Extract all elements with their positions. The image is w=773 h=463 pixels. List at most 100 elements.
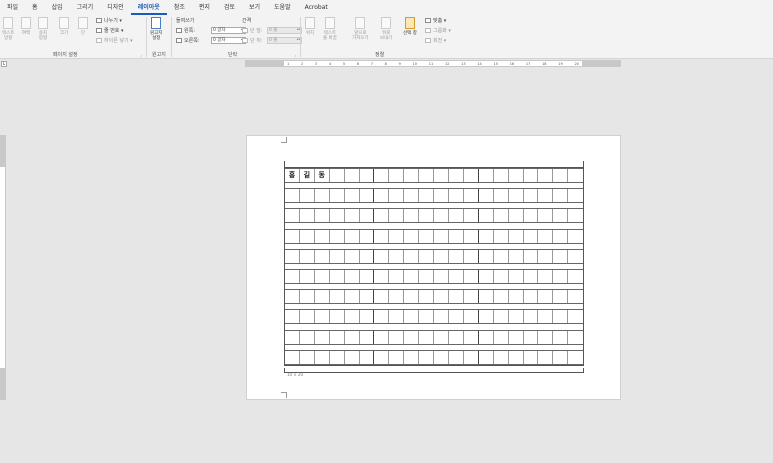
grid-cell[interactable] <box>315 229 330 243</box>
grid-cell[interactable] <box>419 249 435 263</box>
grid-cell[interactable] <box>449 350 464 364</box>
grid-cell[interactable] <box>330 169 345 182</box>
grid-cell[interactable] <box>300 269 315 283</box>
grid-cell[interactable] <box>509 229 524 243</box>
grid-cell[interactable] <box>464 169 479 182</box>
grid-cell[interactable] <box>419 229 435 243</box>
grid-cell[interactable] <box>345 290 360 304</box>
grid-cell[interactable] <box>374 209 390 223</box>
tab-8[interactable]: 검토 <box>217 0 242 15</box>
tab-4[interactable]: 디자인 <box>100 0 131 15</box>
grid-cell[interactable] <box>538 249 554 263</box>
grid-cell[interactable] <box>404 169 420 182</box>
grid-cell[interactable] <box>389 350 405 364</box>
grid-cell[interactable] <box>464 249 479 263</box>
grid-cell[interactable] <box>434 229 449 243</box>
tab-2[interactable]: 삽입 <box>45 0 70 15</box>
grid-cell[interactable] <box>479 290 494 304</box>
grid-cell[interactable] <box>389 229 405 243</box>
grid-cell[interactable] <box>419 350 435 364</box>
grid-cell[interactable] <box>404 189 420 203</box>
grid-cell[interactable] <box>494 269 509 283</box>
grid-cell[interactable] <box>524 169 539 182</box>
grid-cell[interactable]: 길 <box>300 169 315 182</box>
grid-cell[interactable] <box>568 270 583 283</box>
grid-cell[interactable] <box>434 350 449 364</box>
grid-cell[interactable] <box>509 290 524 304</box>
grid-cell[interactable] <box>479 189 494 203</box>
grid-cell[interactable] <box>419 189 435 203</box>
grid-cell[interactable] <box>285 249 300 263</box>
breaks-button[interactable]: 나누기 ▾ <box>96 17 122 24</box>
grid-cell[interactable] <box>568 310 583 323</box>
manuscript-settings-button[interactable]: 원고지 설정 <box>150 17 162 41</box>
grid-cell[interactable] <box>285 290 300 304</box>
grid-cell[interactable] <box>479 350 494 364</box>
grid-cell[interactable] <box>568 209 583 222</box>
grid-cell[interactable] <box>360 269 375 283</box>
grid-cell[interactable] <box>285 209 300 223</box>
grid-cell[interactable] <box>494 189 509 203</box>
align-button[interactable]: 맞춤 ▾ <box>425 17 446 24</box>
grid-cell[interactable] <box>479 269 494 283</box>
grid-cell[interactable] <box>553 269 569 283</box>
grid-cell[interactable] <box>315 189 330 203</box>
grid-cell[interactable] <box>300 249 315 263</box>
tab-9[interactable]: 보기 <box>242 0 267 15</box>
position-button[interactable]: 위치 <box>305 17 315 36</box>
wrap-text-button[interactable]: 텍스트 줄 바꿈 <box>323 17 337 41</box>
grid-cell[interactable] <box>538 350 554 364</box>
grid-cell[interactable] <box>285 310 300 324</box>
grid-cell[interactable] <box>524 290 539 304</box>
grid-cell[interactable] <box>374 350 390 364</box>
grid-cell[interactable] <box>538 269 554 283</box>
grid-cell[interactable] <box>553 330 569 344</box>
grid-cell[interactable] <box>434 209 449 223</box>
grid-cell[interactable] <box>374 229 390 243</box>
grid-cell[interactable] <box>345 169 360 182</box>
grid-cell[interactable] <box>568 331 583 344</box>
grid-cell[interactable] <box>330 269 345 283</box>
grid-cell[interactable] <box>568 250 583 263</box>
grid-cell[interactable] <box>553 310 569 324</box>
paragraph-launcher[interactable]: ⌟ <box>294 52 296 57</box>
grid-cell[interactable] <box>553 189 569 203</box>
grid-cell[interactable] <box>538 229 554 243</box>
grid-cell[interactable] <box>568 230 583 243</box>
grid-cell[interactable] <box>449 290 464 304</box>
tab-7[interactable]: 편지 <box>192 0 217 15</box>
page-setup-launcher[interactable]: ⌟ <box>140 52 142 57</box>
horizontal-ruler[interactable]: 1 2 3 4 5 6 7 8 9 10 11 12 13 14 15 16 17 18 19 20 <box>245 60 621 67</box>
grid-cell[interactable] <box>404 330 420 344</box>
grid-cell[interactable] <box>345 330 360 344</box>
grid-cell[interactable] <box>389 269 405 283</box>
grid-cell[interactable]: 홍 <box>285 169 300 182</box>
margins-button[interactable]: 여백 <box>21 17 31 36</box>
grid-cell[interactable] <box>330 330 345 344</box>
grid-cell[interactable] <box>449 330 464 344</box>
grid-cell[interactable] <box>404 269 420 283</box>
grid-cell[interactable] <box>345 269 360 283</box>
grid-cell[interactable] <box>494 350 509 364</box>
tab-0[interactable]: 파일 <box>0 0 25 15</box>
grid-cell[interactable] <box>360 229 375 243</box>
grid-cell[interactable] <box>419 209 435 223</box>
grid-cell[interactable] <box>509 249 524 263</box>
grid-cell[interactable] <box>315 249 330 263</box>
grid-cell[interactable] <box>419 169 435 182</box>
grid-cell[interactable] <box>568 351 583 364</box>
grid-cell[interactable] <box>449 269 464 283</box>
grid-cell[interactable] <box>315 269 330 283</box>
grid-cell[interactable] <box>524 209 539 223</box>
grid-cell[interactable] <box>360 249 375 263</box>
grid-cell[interactable] <box>404 229 420 243</box>
grid-cell[interactable] <box>464 310 479 324</box>
grid-cell[interactable] <box>330 229 345 243</box>
grid-cell[interactable] <box>449 189 464 203</box>
grid-cell[interactable] <box>404 290 420 304</box>
grid-cell[interactable] <box>494 310 509 324</box>
document-page[interactable]: 홍길동 10 × 20 <box>246 135 621 400</box>
grid-cell[interactable] <box>524 350 539 364</box>
grid-cell[interactable] <box>524 189 539 203</box>
grid-cell[interactable] <box>568 189 583 202</box>
